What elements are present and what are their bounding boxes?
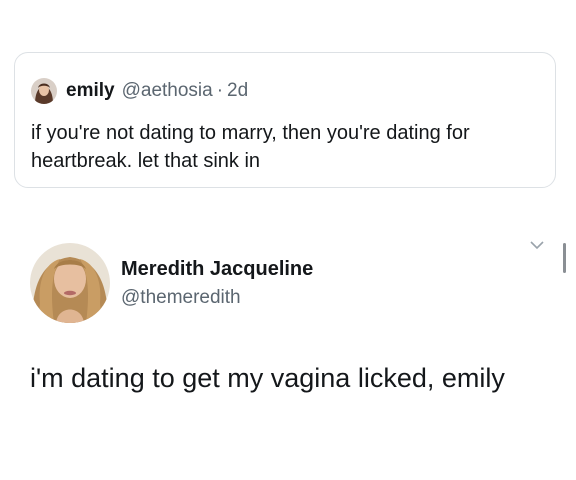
quoted-author-name[interactable]: emily: [66, 80, 115, 102]
reply-author-handle[interactable]: @themeredith: [121, 287, 241, 309]
reply-tweet-text: i'm dating to get my vagina licked, emil…: [30, 363, 505, 393]
meta-separator: ·: [216, 80, 224, 101]
quoted-tweet-text: if you're not dating to marry, then you'…: [31, 122, 470, 172]
quoted-tweet-age[interactable]: 2d: [227, 80, 248, 102]
tweet-screenshot: emily @aethosia · 2d if you're not datin…: [0, 0, 576, 480]
quoted-tweet-header: emily @aethosia · 2d: [31, 77, 248, 105]
chevron-down-icon[interactable]: [530, 237, 544, 250]
quoted-author-avatar[interactable]: [31, 78, 57, 104]
scrollbar[interactable]: [563, 243, 566, 273]
reply-author-avatar[interactable]: [30, 243, 110, 323]
quoted-author-handle[interactable]: @aethosia: [122, 80, 213, 102]
quoted-tweet-card[interactable]: emily @aethosia · 2d if you're not datin…: [14, 52, 556, 188]
reply-author-name[interactable]: Meredith Jacqueline: [121, 258, 313, 281]
